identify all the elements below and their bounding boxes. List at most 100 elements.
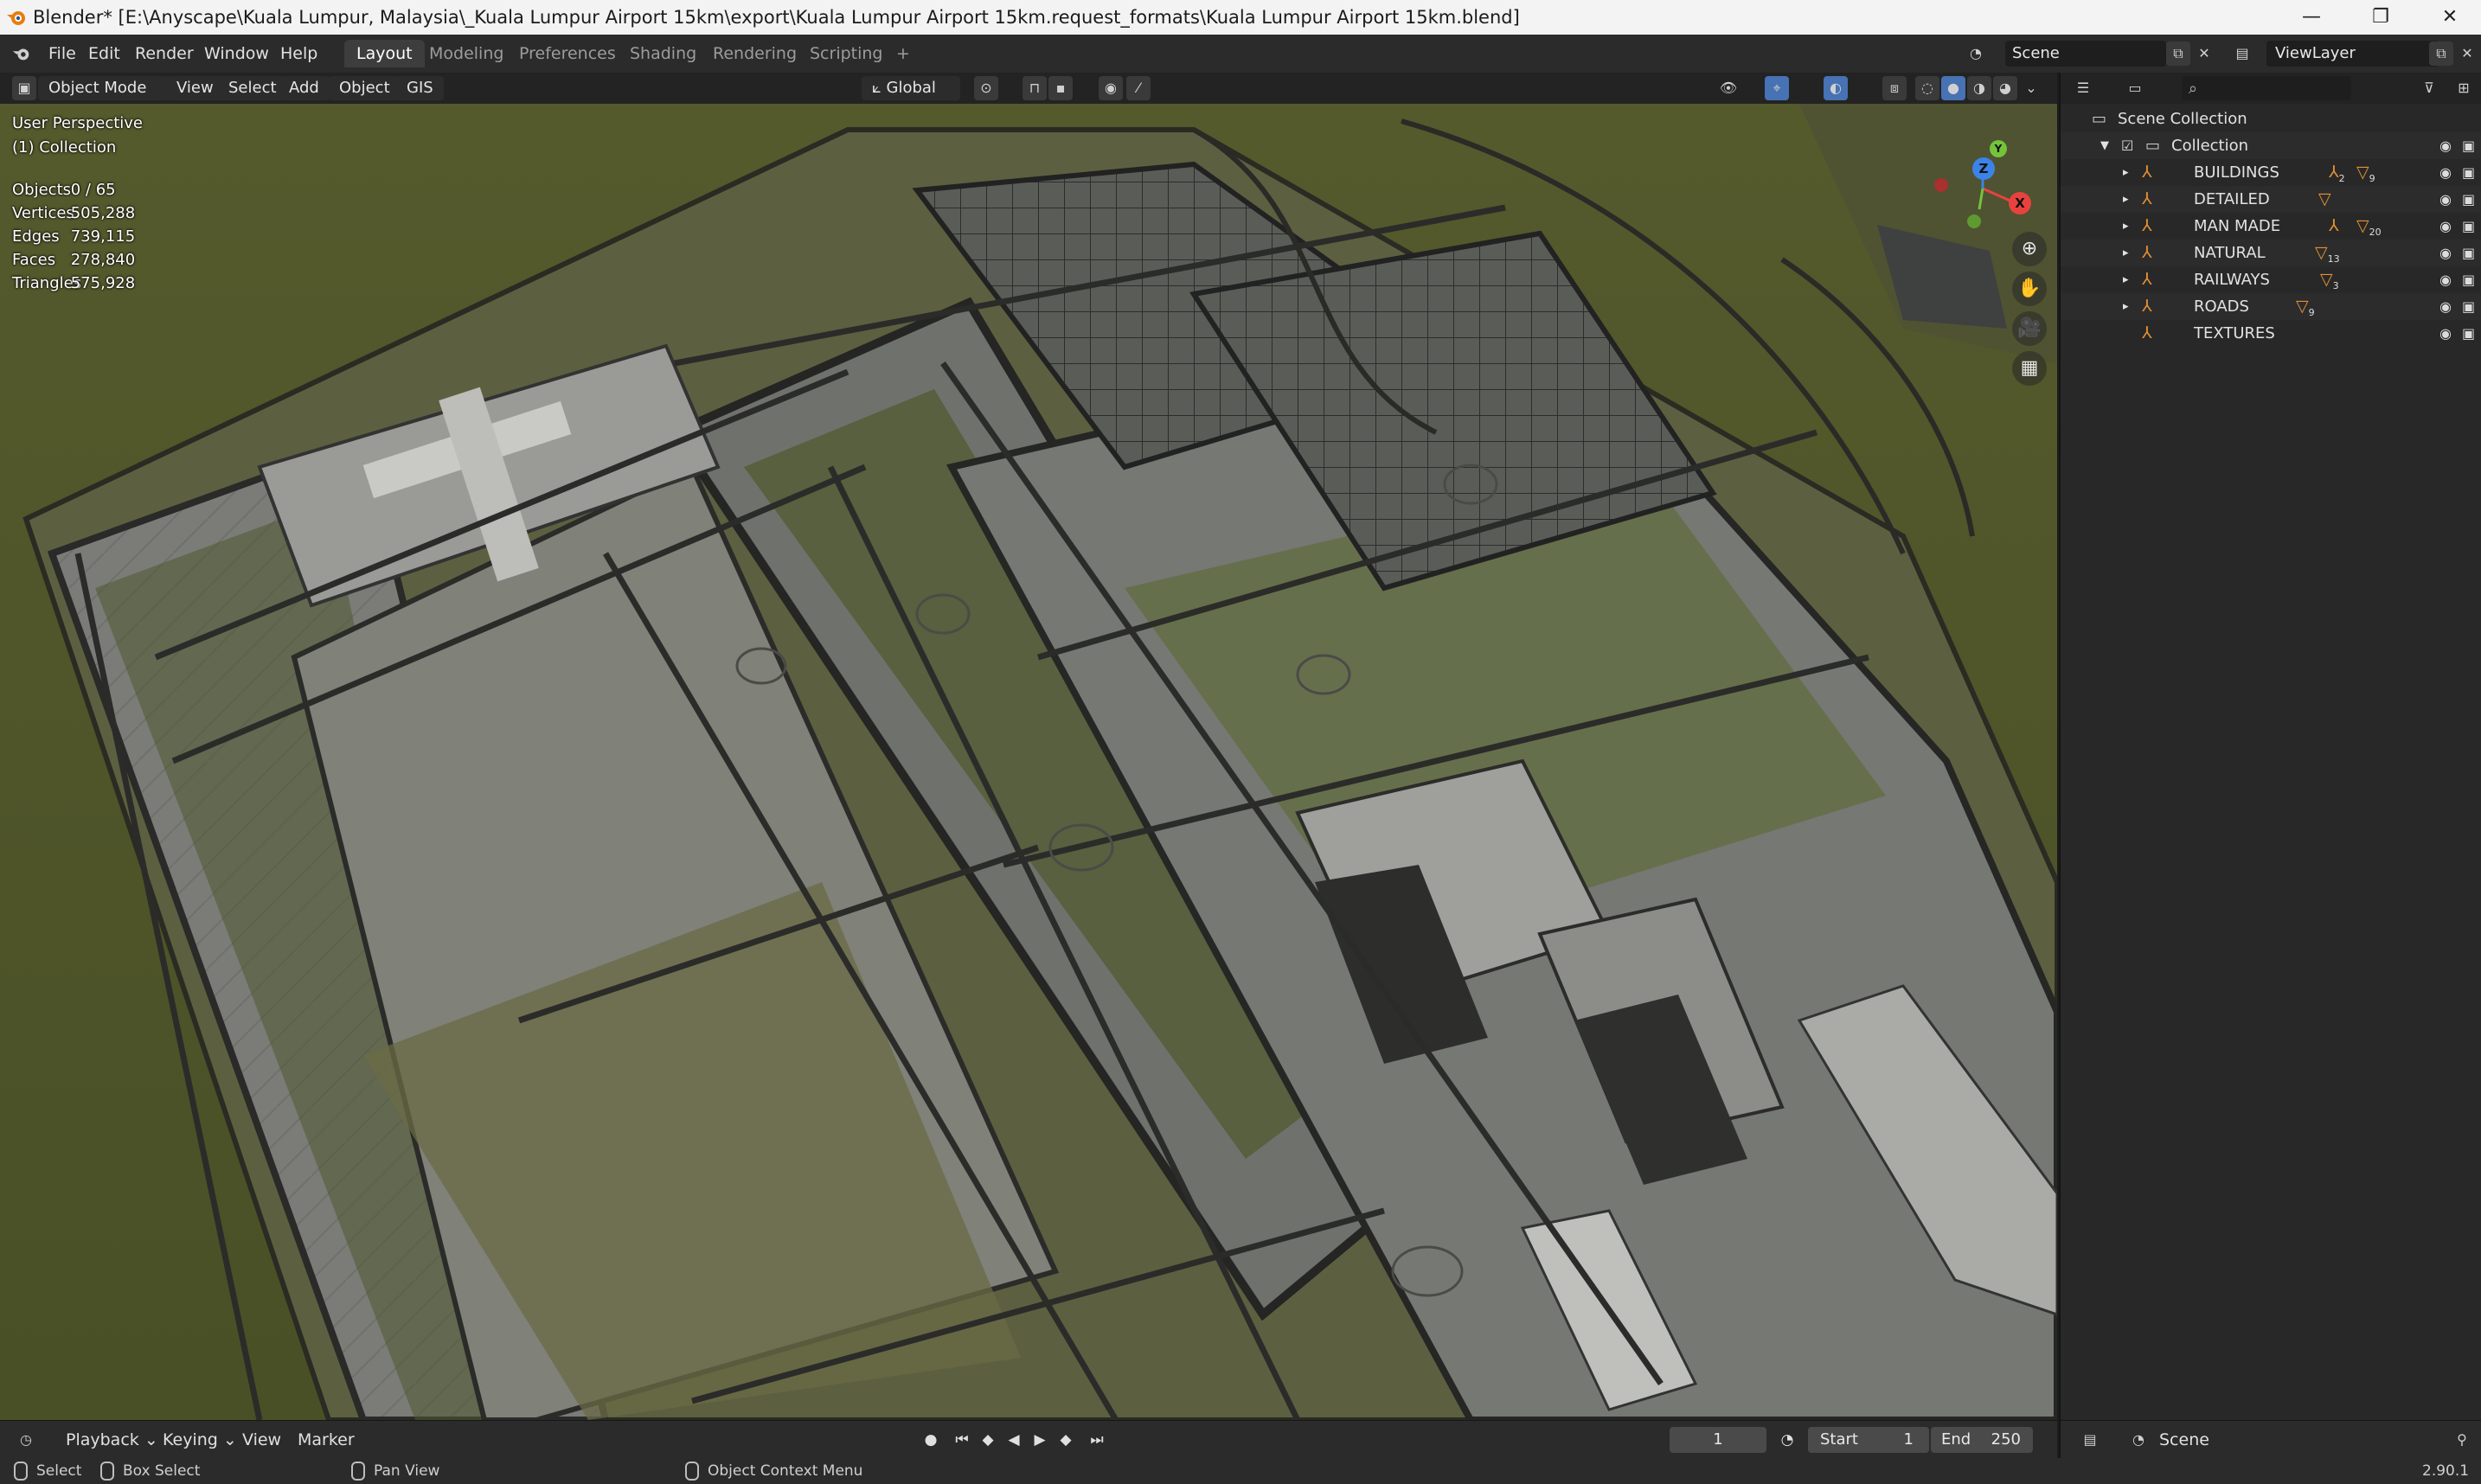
menu-object[interactable]: Object <box>329 76 401 100</box>
transform-orientation-dropdown[interactable]: ⟀ Global ⌄ <box>862 76 960 121</box>
new-collection-icon[interactable]: ⊞ <box>2452 76 2476 100</box>
proportional-editing-icon[interactable]: ◉ <box>1099 76 1123 100</box>
tab-modeling[interactable]: Modeling <box>417 40 516 67</box>
pan-view-icon[interactable]: ✋ <box>2012 272 2047 306</box>
maximize-button[interactable]: ❐ <box>2346 0 2415 35</box>
outliner-scene-collection[interactable]: ▭ Scene Collection <box>2061 106 2481 132</box>
gizmo-y-axis[interactable]: Y <box>1990 140 2007 157</box>
3d-viewport[interactable]: User Perspective (1) Collection Objects … <box>0 104 2057 1420</box>
expand-arrow-icon[interactable]: ▸ <box>2123 293 2129 320</box>
eye-icon[interactable]: ◉ <box>2439 165 2455 181</box>
scene-properties-icon[interactable]: ◔ <box>2126 1428 2151 1452</box>
expand-arrow-icon[interactable]: ▸ <box>2123 186 2129 213</box>
tab-layout[interactable]: Layout <box>344 40 425 67</box>
camera-icon[interactable]: ▣ <box>2462 219 2478 234</box>
expand-arrow-icon[interactable]: ▸ <box>2123 213 2129 240</box>
start-frame-field[interactable]: Start 1 <box>1808 1427 1929 1453</box>
editor-type-icon[interactable]: ▣ <box>12 76 36 100</box>
outliner-item-man-made[interactable]: ▸ ⅄ MAN MADE ⅄ ▽20 ◉ ▣ <box>2061 213 2481 240</box>
eye-icon[interactable]: ◉ <box>2439 299 2455 315</box>
tab-rendering[interactable]: Rendering <box>701 40 809 67</box>
eye-icon[interactable]: ◉ <box>2439 192 2455 208</box>
menu-file[interactable]: File <box>40 42 85 66</box>
close-window-button[interactable]: ✕ <box>2415 0 2481 35</box>
collection-checkbox[interactable]: ☑ <box>2121 132 2133 159</box>
menu-render[interactable]: Render <box>126 42 202 66</box>
jump-to-end-icon[interactable]: ⏭ <box>1087 1430 1107 1450</box>
delete-view-layer-icon[interactable]: ✕ <box>2455 42 2479 66</box>
tab-shading[interactable]: Shading <box>618 40 708 67</box>
new-view-layer-icon[interactable]: ⧉ <box>2429 42 2453 66</box>
camera-icon[interactable]: ▣ <box>2462 272 2478 288</box>
camera-icon[interactable]: ▣ <box>2462 246 2478 261</box>
jump-to-start-icon[interactable]: ⏮ <box>952 1430 972 1450</box>
gizmo-z-axis[interactable]: Z <box>1972 157 1995 180</box>
pivot-point-icon[interactable]: ⊙ <box>974 76 998 100</box>
eye-icon[interactable]: ◉ <box>2439 246 2455 261</box>
menu-marker[interactable]: Marker <box>289 1428 363 1452</box>
navigation-gizmo[interactable]: Z X Y <box>1931 128 2035 232</box>
filter-icon[interactable]: ⊽ <box>2417 76 2441 100</box>
menu-timeline-view[interactable]: View <box>234 1428 290 1452</box>
outliner-item-roads[interactable]: ▸ ⅄ ROADS ▽9 ◉ ▣ <box>2061 293 2481 320</box>
pin-icon[interactable]: ⚲ <box>2450 1428 2474 1452</box>
xray-toggle-icon[interactable]: ⧈ <box>1882 76 1907 100</box>
material-shading-icon[interactable]: ◑ <box>1967 76 1991 100</box>
outliner-item-buildings[interactable]: ▸ ⅄ BUILDINGS ⅄2 ▽9 ◉ ▣ <box>2061 159 2481 186</box>
menu-view[interactable]: View <box>166 76 224 100</box>
scene-selector[interactable]: Scene <box>2005 41 2166 67</box>
rendered-shading-icon[interactable]: ◕ <box>1993 76 2017 100</box>
snap-icon[interactable]: ⊓ <box>1023 76 1047 100</box>
view-layer-selector[interactable]: ViewLayer <box>2266 41 2439 67</box>
menu-keying[interactable]: Keying ⌄ <box>154 1428 246 1452</box>
zoom-view-icon[interactable]: ⊕ <box>2012 232 2047 266</box>
gizmo-x-axis[interactable]: X <box>2009 192 2031 214</box>
expand-arrow-icon[interactable]: ▸ <box>2123 266 2129 293</box>
eye-icon[interactable]: ◉ <box>2439 219 2455 234</box>
falloff-icon[interactable]: ⁄ <box>1126 76 1151 100</box>
menu-add[interactable]: Add <box>279 76 330 100</box>
camera-icon[interactable]: ▣ <box>2462 138 2478 154</box>
camera-view-icon[interactable]: 🎥 <box>2012 311 2047 346</box>
tab-scripting[interactable]: Scripting <box>798 40 895 67</box>
outliner-item-textures[interactable]: ⅄ TEXTURES ◉ ▣ <box>2061 320 2481 347</box>
eye-icon[interactable]: ◉ <box>2439 326 2455 342</box>
outliner-collection[interactable]: ▼ ☑ ▭ Collection ◉ ▣ <box>2061 132 2481 159</box>
properties-editor-type-icon[interactable]: ▤ <box>2078 1428 2102 1452</box>
eye-icon[interactable]: ◉ <box>2439 272 2455 288</box>
snap-target-icon[interactable]: ▪ <box>1048 76 1073 100</box>
preview-range-icon[interactable]: ◔ <box>1777 1430 1798 1450</box>
play-reverse-icon[interactable]: ◀ <box>1003 1430 1024 1450</box>
next-keyframe-icon[interactable]: ◆ <box>1055 1430 1076 1450</box>
menu-gis[interactable]: GIS <box>396 76 444 100</box>
camera-icon[interactable]: ▣ <box>2462 165 2478 181</box>
menu-help[interactable]: Help <box>272 42 326 66</box>
auto-keying-icon[interactable]: ● <box>920 1430 941 1450</box>
camera-icon[interactable]: ▣ <box>2462 192 2478 208</box>
menu-playback[interactable]: Playback ⌄ <box>57 1428 167 1452</box>
expand-arrow-icon[interactable]: ▸ <box>2123 159 2129 186</box>
visibility-icon[interactable]: 👁 <box>1716 76 1741 100</box>
gizmo-neg-y[interactable] <box>1967 214 1981 228</box>
outliner-item-detailed[interactable]: ▸ ⅄ DETAILED ▽ ◉ ▣ <box>2061 186 2481 213</box>
outliner-search-input[interactable]: ⌕ <box>2182 76 2351 100</box>
tab-preferences[interactable]: Preferences <box>507 40 628 67</box>
play-icon[interactable]: ▶ <box>1029 1430 1050 1450</box>
camera-icon[interactable]: ▣ <box>2462 299 2478 315</box>
end-frame-field[interactable]: End 250 <box>1931 1427 2033 1453</box>
prev-keyframe-icon[interactable]: ◆ <box>978 1430 998 1450</box>
eye-icon[interactable]: ◉ <box>2439 138 2455 154</box>
gizmo-neg-x[interactable] <box>1934 178 1948 192</box>
outliner-editor-type-icon[interactable]: ☰ <box>2071 76 2095 100</box>
new-scene-icon[interactable]: ⧉ <box>2166 42 2190 66</box>
add-workspace-button[interactable]: + <box>884 40 922 67</box>
camera-icon[interactable]: ▣ <box>2462 326 2478 342</box>
object-mode-dropdown[interactable]: Object Mode ⌄ <box>38 76 170 121</box>
gizmo-toggle-icon[interactable]: ⌖ <box>1765 76 1789 100</box>
shading-options-chevron-icon[interactable]: ⌄ <box>2019 76 2043 100</box>
minimize-button[interactable]: — <box>2277 0 2346 35</box>
solid-shading-icon[interactable]: ● <box>1941 76 1965 100</box>
wireframe-shading-icon[interactable]: ◌ <box>1915 76 1939 100</box>
timeline-editor-type-icon[interactable]: ◷ <box>14 1428 38 1452</box>
collapse-arrow-icon[interactable]: ▼ <box>2100 132 2109 159</box>
